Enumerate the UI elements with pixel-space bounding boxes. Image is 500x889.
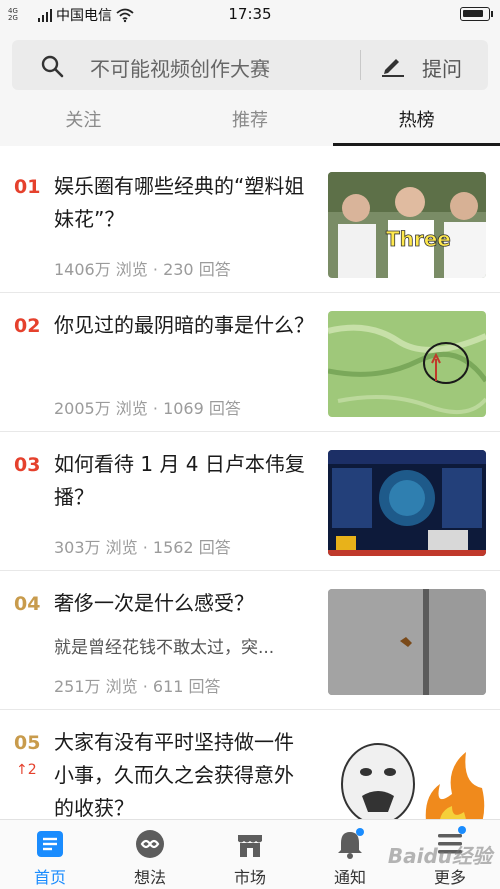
ask-button[interactable]: 提问 xyxy=(422,53,462,82)
question-title[interactable]: 如何看待 1 月 4 日卢本伟复播？ xyxy=(54,448,314,514)
map-photo xyxy=(328,311,486,417)
pencil-icon xyxy=(382,59,404,77)
thumbnail-image[interactable] xyxy=(328,311,486,417)
home-icon xyxy=(37,831,63,857)
nav-ideas[interactable]: 想法 xyxy=(100,820,200,889)
status-bar: 4G 2G 中国电信 17:35 xyxy=(0,0,500,28)
search-icon xyxy=(41,55,64,78)
rank-number: 01 xyxy=(14,176,41,198)
nav-label: 首页 xyxy=(33,868,66,887)
market-icon xyxy=(238,835,262,857)
question-title[interactable]: 你见过的最阴暗的事是什么？ xyxy=(54,309,314,342)
nav-notifications[interactable]: 通知 xyxy=(300,820,400,889)
thumbnail-image[interactable] xyxy=(328,450,486,556)
battery-icon xyxy=(460,7,493,21)
list-item[interactable]: 03 如何看待 1 月 4 日卢本伟复播？ 303万 浏览 · 1562 回答 xyxy=(0,432,500,571)
question-stats: 303万 浏览 · 1562 回答 xyxy=(54,538,231,557)
more-badge-dot xyxy=(458,826,466,834)
rank-trend: ↑2 xyxy=(16,762,37,778)
tab-following[interactable]: 关注 xyxy=(0,100,167,146)
game-stream-screenshot xyxy=(328,450,486,556)
rank-number: 05 xyxy=(14,732,41,754)
bottom-nav: 首页 想法 市场 通知 更多 Baidu经验 xyxy=(0,819,500,889)
answer-excerpt: 就是曾经花钱不敢太过，突... xyxy=(54,638,275,658)
feed-tabs: 关注 推荐 热榜 xyxy=(0,100,500,146)
rank-number: 03 xyxy=(14,454,41,476)
three-men-photo: Three xyxy=(328,172,486,278)
question-title[interactable]: 娱乐圈有哪些经典的“塑料姐妹花”？ xyxy=(54,170,314,236)
status-time: 17:35 xyxy=(228,5,272,23)
question-title[interactable]: 奢侈一次是什么感受？ xyxy=(54,587,314,620)
nav-home[interactable]: 首页 xyxy=(0,820,100,889)
header: 不可能视频创作大赛 提问 关注 推荐 热榜 xyxy=(0,28,500,146)
nav-label: 想法 xyxy=(133,868,166,887)
list-item[interactable]: 04 奢侈一次是什么感受？ 就是曾经花钱不敢太过，突... 251万 浏览 · … xyxy=(0,571,500,710)
notification-dot xyxy=(356,828,364,836)
list-item[interactable]: 02 你见过的最阴暗的事是什么？ 2005万 浏览 · 1069 回答 xyxy=(0,293,500,432)
question-title[interactable]: 大家有没有平时坚持做一件小事，久而久之会获得意外的收获？ xyxy=(54,726,310,825)
search-input[interactable]: 不可能视频创作大赛 xyxy=(90,53,270,82)
question-stats: 1406万 浏览 · 230 回答 xyxy=(54,260,231,279)
search-divider xyxy=(360,50,361,80)
thumbnail-image[interactable] xyxy=(328,589,486,695)
rank-number: 04 xyxy=(14,593,41,615)
rank-number: 02 xyxy=(14,315,41,337)
ideas-icon xyxy=(136,830,164,858)
list-item[interactable]: 01 娱乐圈有哪些经典的“塑料姐妹花”？ 1406万 浏览 · 230 回答 T… xyxy=(0,154,500,293)
search-bar[interactable]: 不可能视频创作大赛 提问 xyxy=(12,40,488,90)
thumb-caption: Three xyxy=(386,227,451,251)
question-stats: 251万 浏览 · 611 回答 xyxy=(54,677,221,696)
tab-hot-list[interactable]: 热榜 xyxy=(333,100,500,146)
hot-list: 01 娱乐圈有哪些经典的“塑料姐妹花”？ 1406万 浏览 · 230 回答 T… xyxy=(0,154,500,849)
question-stats: 2005万 浏览 · 1069 回答 xyxy=(54,399,241,418)
concrete-wall-photo xyxy=(328,589,486,695)
thumbnail-image[interactable]: Three xyxy=(328,172,486,278)
nav-label: 市场 xyxy=(233,868,266,887)
watermark: Baidu经验 xyxy=(387,844,492,868)
nav-market[interactable]: 市场 xyxy=(200,820,300,889)
battery-level xyxy=(463,10,483,17)
tab-recommended[interactable]: 推荐 xyxy=(167,100,334,146)
nav-label: 通知 xyxy=(333,868,366,887)
